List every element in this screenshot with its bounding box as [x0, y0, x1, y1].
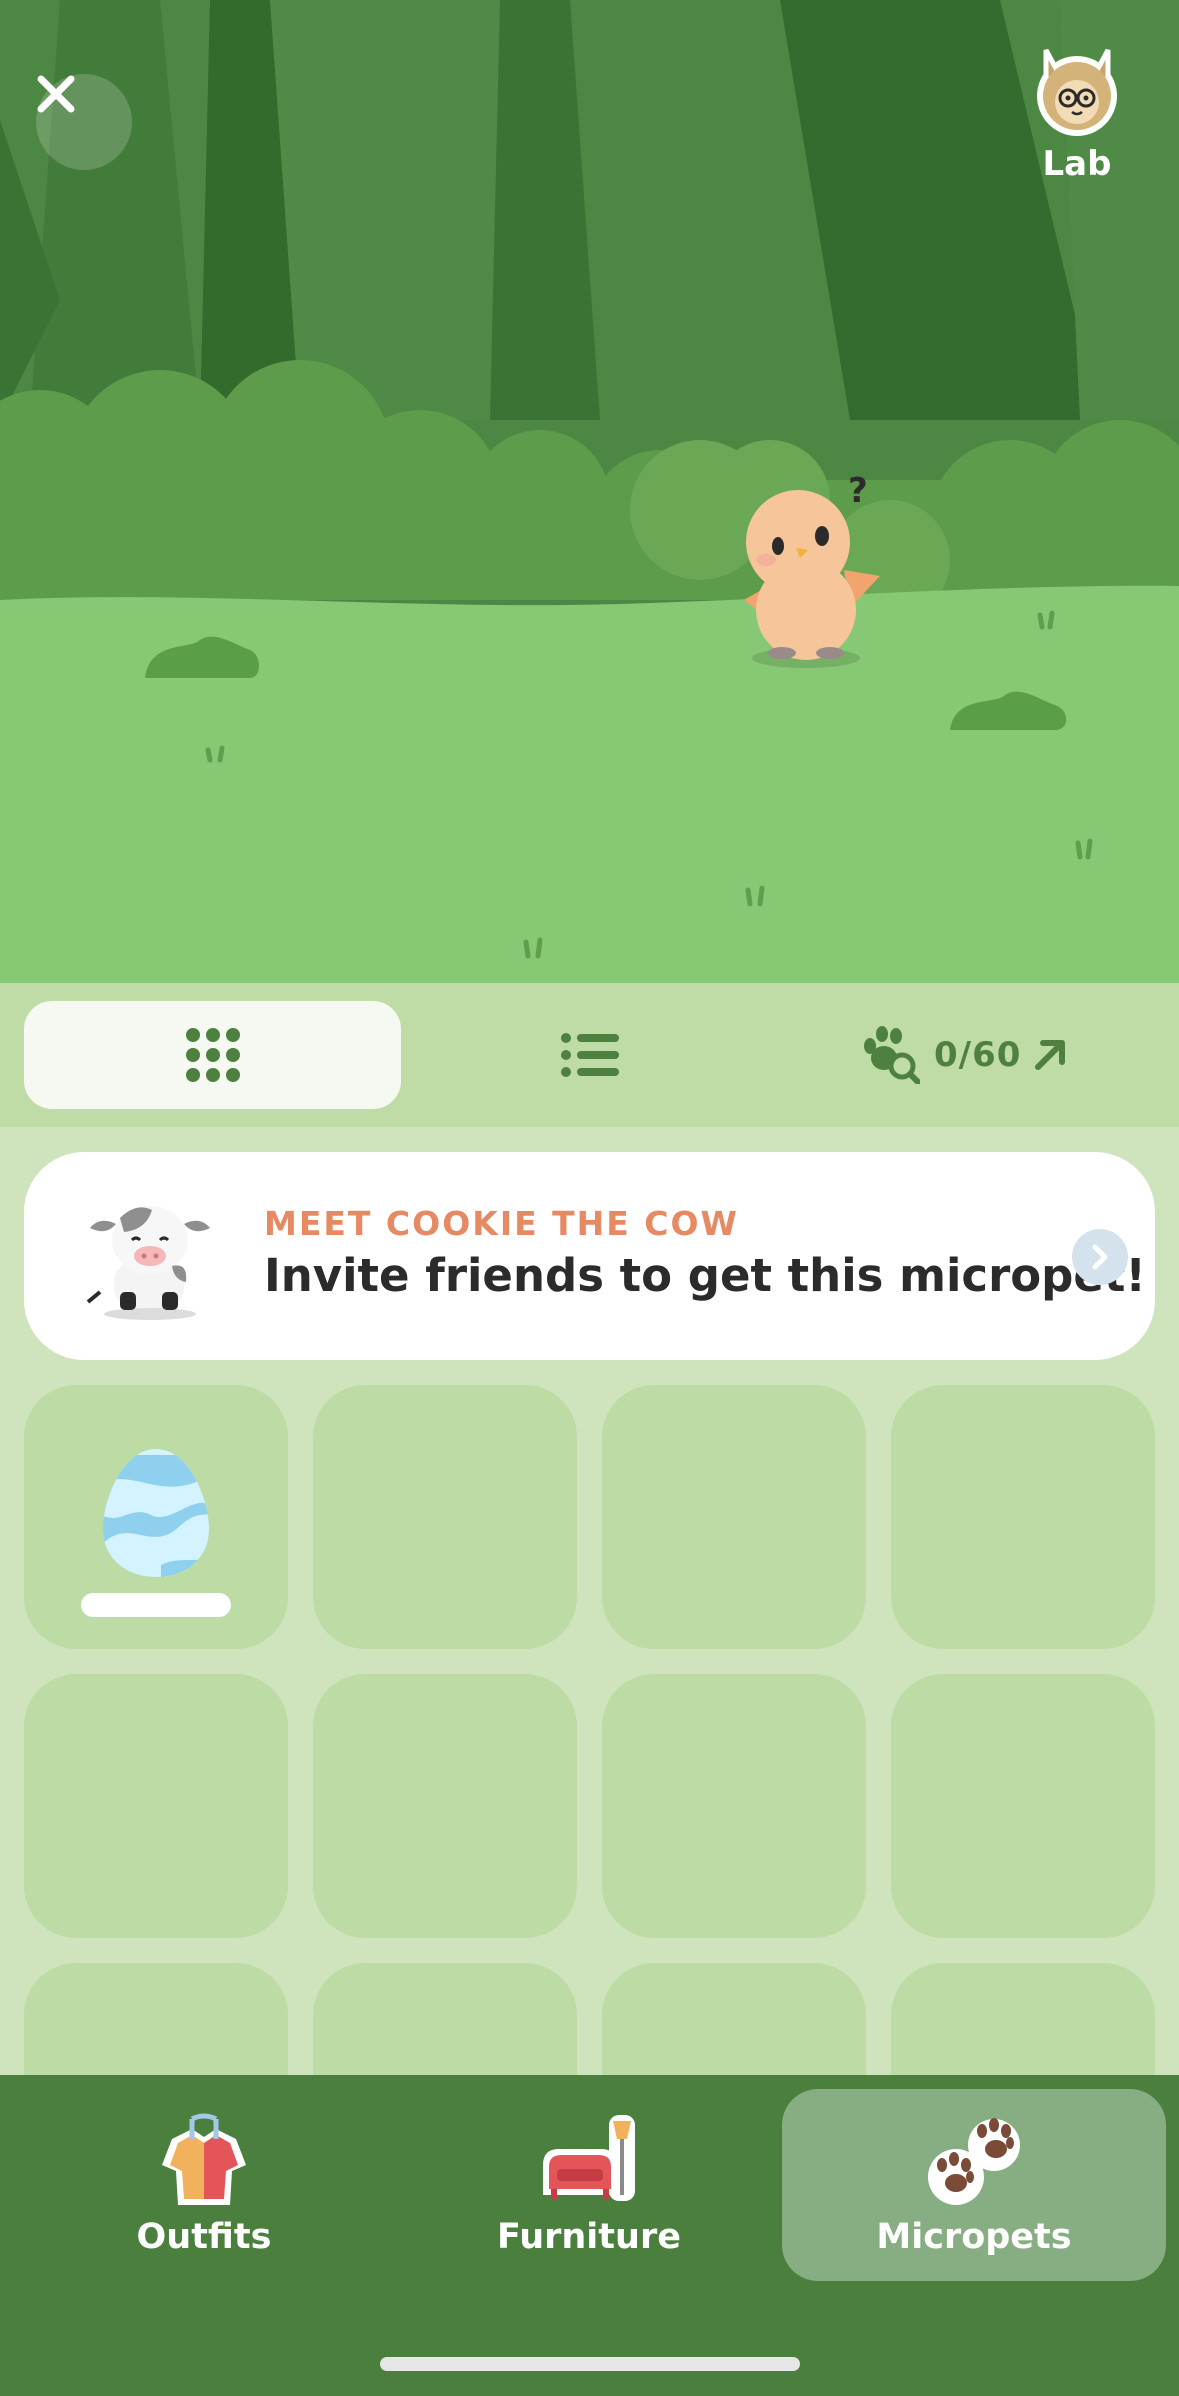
pet-slot-empty[interactable] [891, 1385, 1155, 1649]
list-view-button[interactable] [500, 1001, 680, 1109]
nav-item-micropets[interactable]: Micropets [782, 2089, 1166, 2281]
close-button[interactable] [36, 74, 132, 170]
list-icon [561, 1033, 619, 1077]
chevron-right-icon [1092, 1244, 1108, 1270]
arrow-up-right-icon [1035, 1040, 1066, 1070]
pet-slot-empty[interactable] [313, 1963, 577, 2075]
egg-progress-bar [81, 1593, 231, 1617]
close-icon [37, 75, 75, 113]
nav-label-furniture: Furniture [497, 2217, 681, 2257]
grid-view-button[interactable] [24, 1001, 401, 1109]
pet-slot-egg[interactable] [24, 1385, 288, 1649]
egg-icon [103, 1449, 209, 1577]
nav-item-furniture[interactable]: Furniture [397, 2089, 781, 2281]
promo-card[interactable]: MEET COOKIE THE COW Invite friends to ge… [24, 1152, 1155, 1360]
svg-text:?: ? [848, 471, 868, 511]
pet-slot-empty[interactable] [891, 1963, 1155, 2075]
pet-scene: ? Lab [0, 0, 1179, 983]
pet-slot-empty[interactable] [602, 1674, 866, 1938]
pet-slot-empty[interactable] [891, 1674, 1155, 1938]
chick-pet[interactable]: ? [730, 470, 890, 670]
micropet-collection: MEET COOKIE THE COW Invite friends to ge… [0, 1127, 1179, 2075]
pet-slot-empty[interactable] [313, 1385, 577, 1649]
furniture-icon [543, 2115, 635, 2201]
lab-avatar-icon [1037, 48, 1117, 136]
pet-slot-empty[interactable] [602, 1385, 866, 1649]
pet-slot-empty[interactable] [602, 1963, 866, 2075]
nav-label-outfits: Outfits [136, 2217, 272, 2257]
grid-icon [185, 1028, 240, 1082]
bottom-nav: Outfits Furniture Micropets [0, 2075, 1179, 2396]
home-indicator[interactable] [380, 2357, 800, 2371]
pet-slot-empty[interactable] [313, 1674, 577, 1938]
collection-count: 0/60 [934, 1035, 1022, 1075]
nav-label-micropets: Micropets [876, 2217, 1072, 2257]
outfit-icon [162, 2113, 246, 2205]
paw-search-icon [864, 1026, 920, 1084]
collection-progress-button[interactable]: 0/60 [862, 1001, 1162, 1109]
pet-slot-empty[interactable] [24, 1674, 288, 1938]
nav-item-outfits[interactable]: Outfits [12, 2089, 396, 2281]
forest-background [0, 0, 1179, 983]
lab-button[interactable]: Lab [1022, 40, 1132, 200]
promo-title: MEET COOKIE THE COW [264, 1204, 739, 1243]
pet-slot-empty[interactable] [24, 1963, 288, 2075]
cow-icon [86, 1206, 210, 1320]
view-toolbar: 0/60 [0, 983, 1179, 1127]
promo-arrow-button[interactable] [1072, 1229, 1128, 1285]
promo-subtitle: Invite friends to get this micropet! [264, 1249, 1146, 1302]
paws-icon [928, 2118, 1020, 2205]
lab-label: Lab [1042, 144, 1112, 184]
